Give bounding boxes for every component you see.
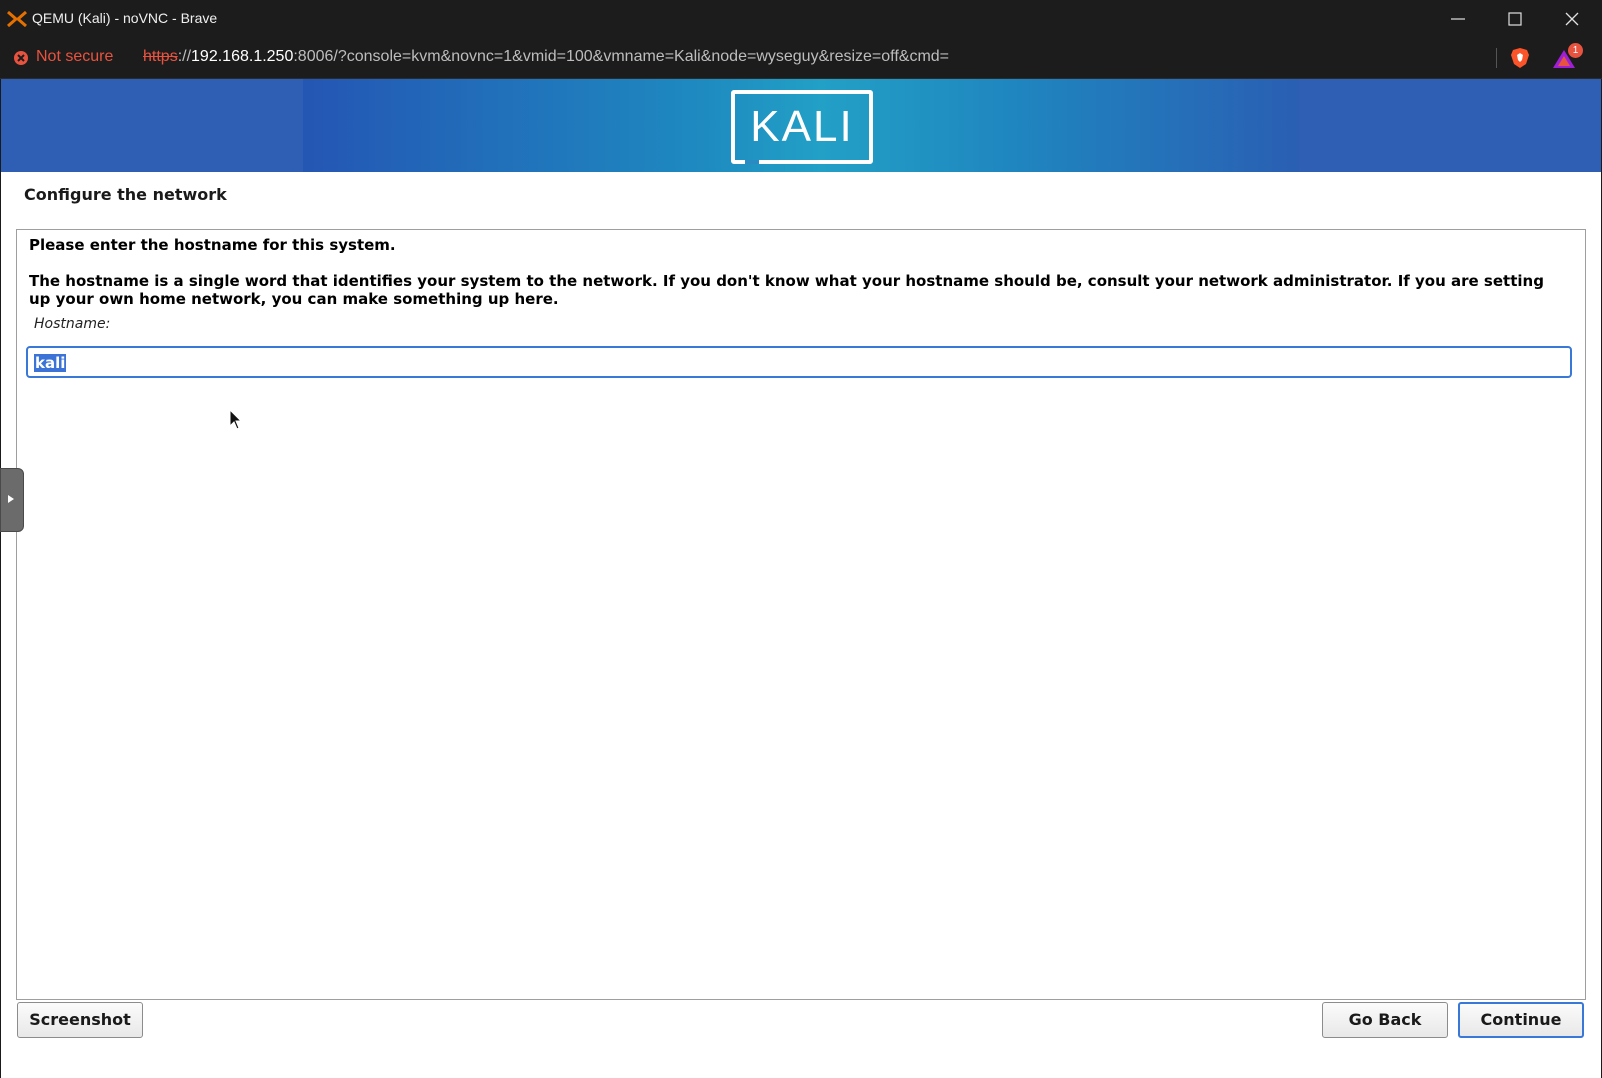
description-text: The hostname is a single word that ident…	[29, 272, 1544, 308]
vnc-screen[interactable]: KALI Configure the network Please enter …	[1, 79, 1601, 1078]
rewards-badge: 1	[1568, 43, 1583, 58]
screenshot-button[interactable]: Screenshot	[17, 1002, 143, 1038]
question-text: Please enter the hostname for this syste…	[29, 236, 396, 254]
title-bar: QEMU (Kali) - noVNC - Brave	[0, 0, 1602, 38]
hostname-input[interactable]: kali	[26, 346, 1572, 378]
novnc-sidebar-handle[interactable]	[0, 468, 24, 532]
close-button[interactable]	[1544, 0, 1600, 38]
url-separator: ://	[177, 48, 192, 65]
brave-shields-icon[interactable]	[1510, 47, 1530, 69]
expand-arrow-icon	[8, 495, 14, 503]
kali-logo: KALI	[731, 90, 873, 164]
window-title: QEMU (Kali) - noVNC - Brave	[32, 10, 218, 26]
go-back-button[interactable]: Go Back	[1322, 1002, 1448, 1038]
step-title: Configure the network	[24, 185, 227, 204]
not-secure-icon[interactable]	[13, 50, 29, 66]
divider	[1496, 48, 1497, 68]
url-host: 192.168.1.250	[191, 48, 294, 65]
minimize-icon	[1451, 18, 1465, 20]
mouse-pointer-icon	[229, 409, 243, 430]
maximize-button[interactable]	[1487, 0, 1543, 38]
maximize-icon	[1508, 12, 1522, 26]
close-icon	[1565, 12, 1579, 26]
continue-button[interactable]: Continue	[1458, 1002, 1584, 1038]
security-status[interactable]: Not secure	[36, 48, 113, 66]
proxmox-icon	[7, 10, 27, 28]
minimize-button[interactable]	[1430, 0, 1486, 38]
url-scheme: https	[143, 48, 178, 65]
address-bar: Not secure https://192.168.1.250:8006/?c…	[0, 38, 1602, 79]
installer-banner: KALI	[1, 79, 1601, 172]
url-field[interactable]: https://192.168.1.250:8006/?console=kvm&…	[143, 48, 949, 66]
hostname-label: Hostname:	[34, 316, 111, 332]
kali-logo-text: KALI	[750, 102, 854, 151]
content-panel: Please enter the hostname for this syste…	[16, 229, 1586, 1000]
hostname-value: kali	[34, 354, 67, 372]
url-path: :8006/?console=kvm&novnc=1&vmid=100&vmna…	[293, 48, 950, 65]
